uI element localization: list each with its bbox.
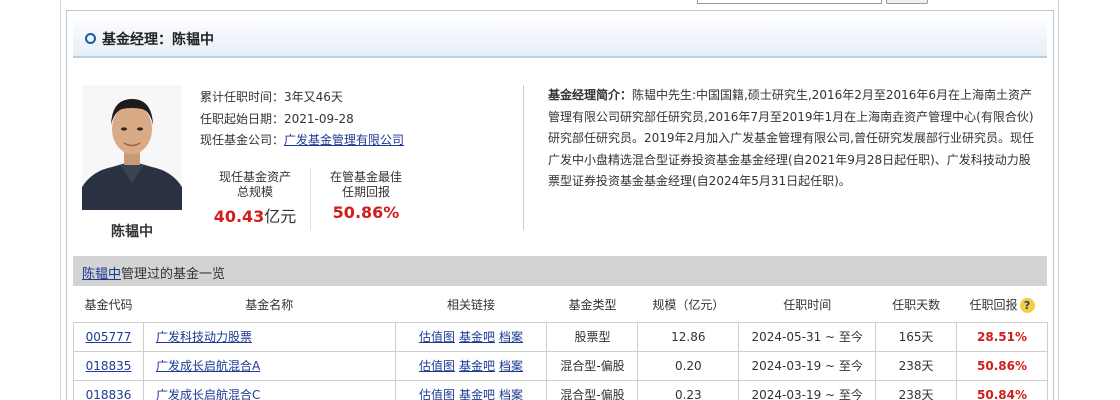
fund-code-cell: 018835 (73, 350, 144, 381)
fund-days-cell: 238天 (875, 379, 958, 400)
table-row: 018836 广发成长启航混合C 估值图 基金吧 档案 混合型-偏股 0.23 20… (73, 379, 1048, 400)
fund-code-link[interactable]: 018835 (86, 359, 132, 373)
col-name: 基金名称 (143, 288, 396, 323)
fund-archive-link[interactable]: 档案 (499, 359, 523, 373)
col-period: 任职时间 (738, 288, 876, 323)
fund-size-cell: 0.23 (637, 379, 740, 400)
fund-name-cell: 广发科技动力股票 (142, 321, 396, 352)
fund-size-cell: 0.20 (637, 350, 740, 381)
start-date-label: 任职起始日期： (200, 112, 285, 126)
fund-return-cell: 50.84% (956, 379, 1048, 400)
assets-value: 40.43亿元 (205, 203, 305, 227)
intro-label: 基金经理简介： (548, 88, 633, 102)
fund-type-cell: 混合型-偏股 (546, 350, 639, 381)
fund-period-cell: 2024-03-19 ~ 至今 (738, 350, 877, 381)
best-return-value: 50.86% (332, 203, 400, 222)
fund-return-cell: 50.86% (956, 350, 1048, 381)
fund-list-title: 陈韫中管理过的基金一览 (82, 263, 225, 282)
question-icon[interactable]: ? (1019, 298, 1035, 314)
fund-links-cell: 估值图 基金吧 档案 (394, 321, 548, 352)
fund-size-cell: 12.86 (637, 321, 740, 352)
assets-label: 现任基金资产 总规模 (205, 170, 305, 200)
manager-photo (82, 85, 182, 210)
page-title: 基金经理：陈韫中 (102, 32, 214, 48)
col-links: 相关链接 (395, 288, 547, 323)
start-date-value: 2021-09-28 (284, 112, 354, 126)
best-return-label: 在管基金最佳 任期回报 (316, 170, 416, 200)
fund-name-link[interactable]: 广发科技动力股票 (156, 330, 252, 344)
fund-name-link[interactable]: 广发成长启航混合C (156, 388, 260, 400)
tenure-value: 3年又46天 (284, 90, 343, 104)
company-label: 现任基金公司： (200, 133, 285, 147)
fund-type-cell: 股票型 (546, 321, 639, 352)
valuation-chart-link[interactable]: 估值图 (419, 388, 455, 400)
fund-table: 基金代码 基金名称 相关链接 基金类型 规模（亿元） 任职时间 任职天数 任职回… (73, 288, 1048, 400)
fund-forum-link[interactable]: 基金吧 (459, 388, 495, 400)
fund-archive-link[interactable]: 档案 (499, 388, 523, 400)
circle-bullet-icon (85, 33, 96, 44)
vertical-divider (523, 85, 524, 230)
col-return: 任职回报? (956, 288, 1048, 323)
title-bar (73, 16, 1047, 58)
fund-code-cell: 005777 (73, 321, 144, 352)
assets-unit: 亿元 (264, 207, 297, 226)
fund-code-link[interactable]: 005777 (86, 330, 132, 344)
manager-intro: 基金经理简介：陈韫中先生:中国国籍,硕士研究生,2016年2月至2016年6月在… (548, 85, 1038, 193)
stat-divider (310, 168, 311, 230)
intro-text: 陈韫中先生:中国国籍,硕士研究生,2016年2月至2016年6月在上海南土资产管… (548, 88, 1034, 188)
col-type: 基金类型 (546, 288, 638, 323)
fund-links-cell: 估值图 基金吧 档案 (394, 350, 548, 381)
valuation-chart-link[interactable]: 估值图 (419, 359, 455, 373)
fund-forum-link[interactable]: 基金吧 (459, 359, 495, 373)
best-label-line1: 在管基金最佳 (329, 170, 402, 184)
col-code: 基金代码 (73, 288, 144, 323)
col-days: 任职天数 (875, 288, 957, 323)
col-return-label: 任职回报 (969, 298, 1018, 313)
fund-code-link[interactable]: 018836 (86, 388, 132, 400)
company-link[interactable]: 广发基金管理有限公司 (284, 133, 404, 147)
assets-label-line2: 总规模 (236, 185, 273, 199)
fund-return-cell: 28.51% (956, 321, 1048, 352)
fund-forum-link[interactable]: 基金吧 (459, 330, 495, 344)
manager-name: 陈韫中 (111, 224, 153, 240)
table-header-row: 基金代码 基金名称 相关链接 基金类型 规模（亿元） 任职时间 任职天数 任职回… (73, 288, 1048, 323)
fund-code-cell: 018836 (73, 379, 144, 400)
fund-list-title-suffix: 管理过的基金一览 (121, 267, 226, 282)
fund-links-cell: 估值图 基金吧 档案 (394, 379, 548, 400)
fund-period-cell: 2024-05-31 ~ 至今 (738, 321, 877, 352)
table-row: 018835 广发成长启航混合A 估值图 基金吧 档案 混合型-偏股 0.20 20… (73, 350, 1048, 381)
fund-days-cell: 238天 (875, 350, 958, 381)
fund-period-cell: 2024-03-19 ~ 至今 (738, 379, 877, 400)
tenure-label: 累计任职时间： (200, 90, 285, 104)
fund-days-cell: 165天 (875, 321, 958, 352)
manager-name-link[interactable]: 陈韫中 (82, 267, 121, 282)
fund-name-cell: 广发成长启航混合A (142, 350, 396, 381)
fund-archive-link[interactable]: 档案 (499, 330, 523, 344)
assets-label-line1: 现任基金资产 (218, 170, 291, 184)
col-size: 规模（亿元） (637, 288, 739, 323)
fund-name-cell: 广发成长启航混合C (142, 379, 396, 400)
table-row: 005777 广发科技动力股票 估值图 基金吧 档案 股票型 12.86 2024-… (73, 321, 1048, 352)
best-label-line2: 任期回报 (341, 185, 390, 199)
start-date-line: 任职起始日期：2021-09-28 (200, 110, 354, 127)
company-line: 现任基金公司：广发基金管理有限公司 (200, 131, 404, 148)
assets-number: 40.43 (213, 207, 265, 226)
valuation-chart-link[interactable]: 估值图 (419, 330, 455, 344)
fund-name-link[interactable]: 广发成长启航混合A (156, 359, 260, 373)
fund-type-cell: 混合型-偏股 (546, 379, 639, 400)
tenure-line: 累计任职时间：3年又46天 (200, 88, 343, 105)
